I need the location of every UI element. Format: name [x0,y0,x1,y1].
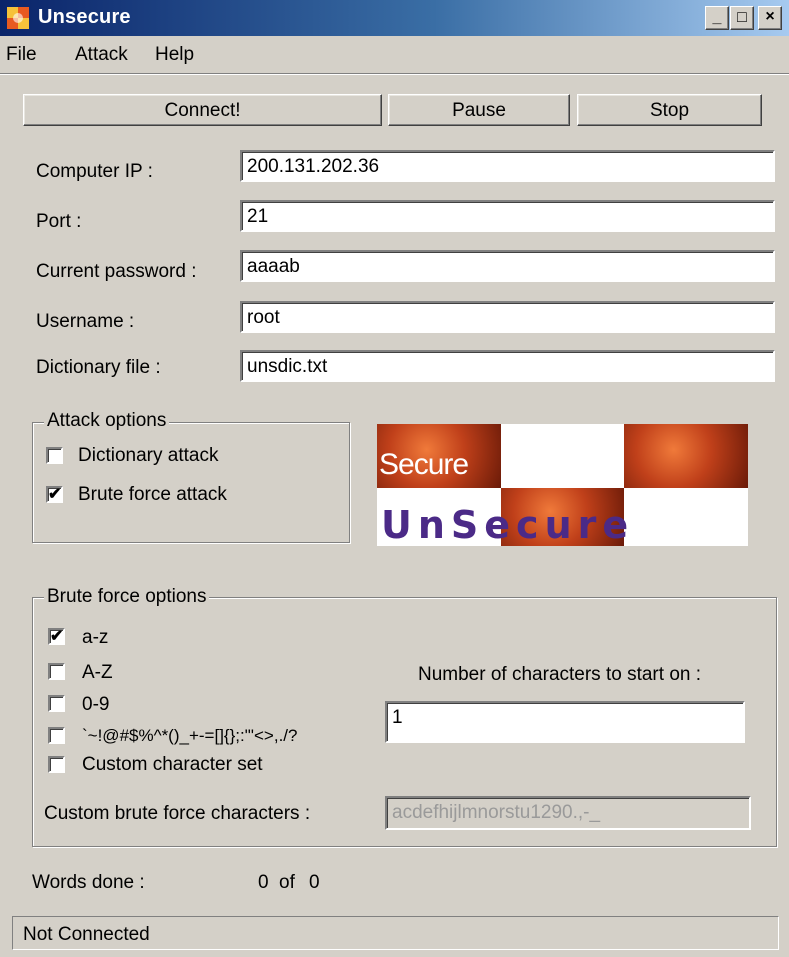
attack-options-group [32,422,350,543]
stop-button[interactable]: Stop [577,94,762,126]
app-icon [7,7,29,29]
logo-unsecure-text: UnSecure [381,503,635,546]
custom-chars-input: acdefhijlmnorstu1290.,-_ [385,796,751,830]
uppercase-checkbox[interactable] [48,663,65,680]
menu-attack[interactable]: Attack [75,44,128,66]
brute-force-attack-checkbox[interactable]: ✔ [46,486,63,503]
custom-charset-checkbox[interactable] [48,756,65,773]
lowercase-check-mark: ✔ [50,628,64,645]
uppercase-label: A-Z [82,662,113,683]
connection-status: Not Connected [23,924,150,945]
start-chars-input[interactable]: 1 [385,701,745,743]
custom-charset-label: Custom character set [82,754,263,775]
lowercase-label: a-z [82,627,109,648]
words-done-count: 0 [258,872,269,893]
logo-secure-text: Secure [379,448,469,481]
computer-ip-input[interactable]: 200.131.202.36 [240,150,775,182]
brute-force-attack-check-mark: ✔ [48,486,62,503]
computer-ip-label: Computer IP : [36,161,153,182]
attack-options-title: Attack options [44,410,170,432]
port-label: Port : [36,211,82,232]
symbols-checkbox[interactable] [48,727,65,744]
current-password-label: Current password : [36,261,197,282]
status-bar: Not Connected [12,916,779,950]
pause-button[interactable]: Pause [388,94,570,126]
symbols-label: `~!@#$%^*()_+-=[]{};:"'<>,./? [82,726,298,745]
dictionary-file-label: Dictionary file : [36,357,161,378]
words-done-label: Words done : [32,872,145,893]
brute-force-options-title: Brute force options [44,586,210,608]
title-bar[interactable]: Unsecure _ □ × [0,0,789,36]
brute-force-attack-label: Brute force attack [78,484,227,505]
username-label: Username : [36,311,135,332]
menu-help[interactable]: Help [155,44,194,66]
current-password-input[interactable]: aaaab [240,250,775,282]
dictionary-attack-checkbox[interactable] [46,447,63,464]
start-chars-label: Number of characters to start on : [418,664,702,685]
menu-file[interactable]: File [6,44,37,66]
logo-red-tile [624,424,748,488]
close-button[interactable]: × [758,6,782,30]
lowercase-checkbox[interactable]: ✔ [48,628,65,645]
menu-bar: File Attack Help [0,36,789,72]
dictionary-attack-label: Dictionary attack [78,445,219,466]
digits-checkbox[interactable] [48,695,65,712]
username-input[interactable]: root [240,301,775,333]
connect-button[interactable]: Connect! [23,94,382,126]
custom-chars-label: Custom brute force characters : [44,803,311,824]
words-total-count: 0 [309,872,320,893]
menu-separator [0,73,789,75]
digits-label: 0-9 [82,694,110,715]
maximize-button[interactable]: □ [730,6,754,30]
words-of-text: of [279,872,295,893]
window-title: Unsecure [38,6,131,28]
minimize-button[interactable]: _ [705,6,729,30]
unsecure-logo: Secure UnSecure [377,424,748,546]
port-input[interactable]: 21 [240,200,775,232]
dictionary-file-input[interactable]: unsdic.txt [240,350,775,382]
